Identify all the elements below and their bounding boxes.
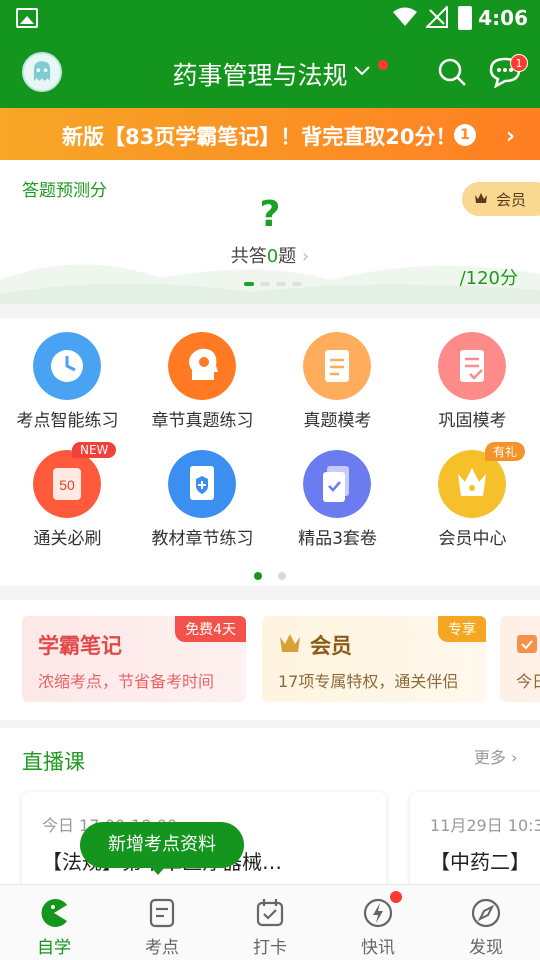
tab-2[interactable]: 考点 [108, 885, 216, 960]
promo-banner[interactable]: 新版【83页学霸笔记】！背完直取20分！ 1 › [0, 108, 540, 160]
pacman-icon [41, 899, 67, 927]
avatar[interactable] [22, 52, 62, 92]
tab-label: 快讯 [361, 938, 395, 958]
calendar-check-icon [256, 899, 284, 927]
chevron-down-icon[interactable] [352, 60, 372, 80]
feature-tag: NEW [72, 442, 117, 458]
prediction-title: 答题预测分 [22, 181, 107, 201]
status-bar: 4:06 [0, 0, 540, 36]
notification-dot [390, 891, 402, 903]
crown-icon [475, 193, 487, 203]
new-dot [378, 60, 388, 70]
scroll-50-icon: 50 [33, 450, 101, 518]
feature-item[interactable]: 精品3套卷 [270, 436, 405, 549]
gallery-notification-icon [16, 8, 38, 28]
vip-card[interactable]: 会员 17项专属特权，通关伴侣 专享 [262, 616, 486, 702]
vip-card-subtitle: 17项专属特权，通关伴侣 [278, 672, 459, 691]
notes-card-tag: 免费4天 [175, 616, 246, 642]
tab-label: 自学 [37, 938, 71, 958]
tab-label: 考点 [145, 938, 179, 958]
head-gear-icon [168, 332, 236, 400]
search-icon[interactable] [436, 56, 468, 88]
answered-suffix: 题 [278, 246, 297, 267]
feature-label: 章节真题练习 [151, 411, 254, 431]
answered-prefix: 共答 [230, 246, 267, 267]
app-header: 药事管理与法规 1 [0, 36, 540, 108]
answered-count[interactable]: 共答0题 › [200, 242, 340, 268]
feature-label: 精品3套卷 [298, 529, 377, 549]
live-section: 直播课 更多 › 今日 17:00-18:00 【法规】第十章医疗器械… 11月… [0, 728, 540, 888]
notes-card[interactable]: 学霸笔记 浓缩考点，节省备考时间 免费4天 [22, 616, 246, 702]
vip-card-tag: 专享 [438, 616, 486, 642]
wifi-icon [393, 7, 417, 26]
feature-item[interactable]: 会员中心 有礼 [405, 436, 540, 549]
note-icon [149, 898, 175, 928]
live-more-link[interactable]: 更多 › [474, 744, 518, 768]
feature-item[interactable]: 章节真题练习 [135, 318, 270, 431]
battery-icon [458, 6, 472, 30]
crown-icon [280, 634, 300, 652]
prediction-card[interactable]: 答题预测分 ? 共答0题 › /120分 会员 [0, 160, 540, 304]
feature-cards: 学霸笔记 浓缩考点，节省备考时间 免费4天 会员 17项专属特权，通关伴侣 专享… [0, 600, 540, 720]
live-course-name: 【中药二】 [430, 850, 530, 874]
feature-label: 巩固模考 [438, 411, 507, 431]
tab-label: 发现 [469, 938, 503, 958]
chevron-right-icon: › [301, 246, 310, 267]
answered-value: 0 [266, 246, 279, 267]
clock-icon [33, 332, 101, 400]
book-plus-icon [168, 450, 236, 518]
tab-5[interactable]: 发现 [432, 885, 540, 960]
live-more-label: 更多 [474, 748, 507, 767]
chevron-right-icon: › [506, 124, 516, 149]
feature-label: 通关必刷 [33, 529, 102, 549]
checkin-card-subtitle: 今日 [516, 672, 540, 691]
prediction-score: ? [259, 194, 281, 235]
vip-label: 会员 [496, 191, 527, 209]
ghost-avatar-icon [33, 61, 51, 81]
chevron-right-icon: › [511, 748, 518, 767]
notes-card-subtitle: 浓缩考点，节省备考时间 [38, 672, 215, 691]
feature-item[interactable]: 巩固模考 [405, 318, 540, 431]
document-icon [303, 332, 371, 400]
live-title: 直播课 [22, 750, 85, 774]
promo-text: 新版【83页学霸笔记】！背完直取20分！ [62, 125, 457, 149]
compass-icon [471, 898, 501, 928]
notes-card-title: 学霸笔记 [38, 634, 122, 658]
checkin-card[interactable]: 今日 [500, 616, 540, 702]
checklist-icon [438, 332, 506, 400]
feature-label: 会员中心 [438, 529, 507, 549]
vip-card-title: 会员 [310, 634, 352, 658]
grid-pager [254, 572, 286, 580]
vip-button[interactable]: 会员 [462, 182, 540, 216]
subject-title[interactable]: 药事管理与法规 [150, 56, 370, 92]
feature-label: 教材章节练习 [151, 529, 254, 549]
calendar-icon [517, 635, 537, 653]
tab-label: 打卡 [253, 938, 287, 958]
feature-grid: 考点智能练习 章节真题练习 真题模考 巩固模考 50 通关必刷 NEW 教材章节练习 精品3套卷… [0, 318, 540, 586]
svg-text:50: 50 [59, 477, 75, 493]
lightning-icon [363, 898, 393, 928]
feature-item[interactable]: 考点智能练习 [0, 318, 135, 431]
tooltip-tail [150, 866, 166, 875]
promo-badge: 1 [454, 124, 476, 146]
tab-3[interactable]: 打卡 [216, 885, 324, 960]
signal-icon [426, 6, 448, 28]
feature-item[interactable]: 50 通关必刷 NEW [0, 436, 135, 549]
carousel-dots [244, 282, 302, 286]
exam-paper-icon [303, 450, 371, 518]
live-course-time: 11月29日 10:3 [430, 816, 540, 835]
new-material-tooltip[interactable]: 新增考点资料 [80, 822, 244, 868]
message-badge: 1 [510, 54, 528, 72]
feature-tag: 有礼 [485, 442, 526, 461]
bottom-tab-bar: 自学 考点 打卡 快讯 发现 [0, 884, 540, 960]
live-course-card[interactable]: 11月29日 10:3 【中药二】 [410, 792, 540, 888]
prediction-total: /120分 [459, 268, 518, 289]
feature-label: 考点智能练习 [16, 411, 119, 431]
feature-label: 真题模考 [303, 411, 372, 431]
feature-item[interactable]: 真题模考 [270, 318, 405, 431]
tab-4[interactable]: 快讯 [324, 885, 432, 960]
status-time: 4:06 [478, 6, 528, 30]
tab-1[interactable]: 自学 [0, 885, 108, 960]
feature-item[interactable]: 教材章节练习 [135, 436, 270, 549]
